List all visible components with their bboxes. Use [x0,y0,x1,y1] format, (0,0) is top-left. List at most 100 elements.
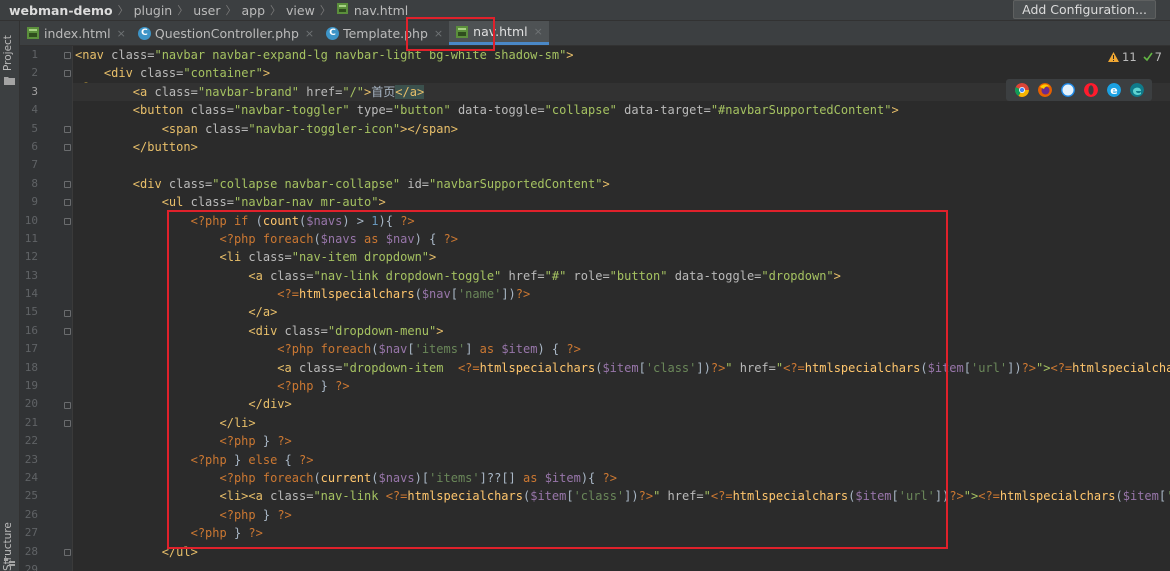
code-line[interactable]: <li><a class="nav-link <?=htmlspecialcha… [73,487,1170,505]
code-line[interactable]: <nav class="navbar navbar-expand-lg navb… [73,46,1170,64]
code-line[interactable]: <?=htmlspecialchars($nav['name'])?> [73,285,1170,303]
code-token: "navbar-toggler" [233,103,357,118]
fold-marker-icon[interactable] [64,402,71,409]
tab-template-php[interactable]: C Template.php × [320,21,449,45]
ide-window: webman-demo 〉 plugin 〉 user 〉 app 〉 view… [0,0,1170,571]
fold-marker-icon[interactable] [64,218,71,225]
code-line[interactable]: <?php } ?> [73,377,1170,395]
code-text-area[interactable]: <nav class="navbar navbar-expand-lg navb… [73,46,1170,571]
breadcrumb-item-file[interactable]: nav.html [351,3,411,18]
code-token: [ [638,360,646,375]
code-line[interactable]: <?php } ?> [73,432,1170,450]
tab-nav-html[interactable]: nav.html × [449,21,549,45]
code-line[interactable]: <a class="dropdown-item <?=htmlspecialch… [73,359,1170,377]
code-token: $navs [306,213,343,228]
code-line[interactable] [73,561,1170,571]
fold-marker-icon[interactable] [64,549,71,556]
code-token: <?php [277,379,321,394]
code-token: ]) [934,489,950,504]
code-token: <?php [277,342,321,357]
fold-marker-icon[interactable] [64,328,71,335]
code-token: <nav [75,48,112,62]
fold-marker-icon[interactable] [64,52,71,59]
breadcrumb-item-user[interactable]: user [190,3,223,18]
fold-marker-icon[interactable] [64,420,71,427]
code-token: > [566,48,574,62]
code-line[interactable]: <ul class="navbar-nav mr-auto"> [73,193,1170,211]
breadcrumb-item-app[interactable]: app [239,3,269,18]
tab-label: QuestionController.php [154,25,299,41]
fold-marker-icon[interactable] [64,310,71,317]
code-token: htmlspecialchars [1072,360,1170,375]
code-token: [ [963,360,971,375]
code-token: > [602,176,610,191]
code-line[interactable]: <li class="nav-item dropdown"> [73,248,1170,266]
fold-marker-icon[interactable] [64,181,71,188]
code-line[interactable]: <?php if (count($navs) > 1){ ?> [73,212,1170,230]
code-token: <?php [190,452,234,467]
breadcrumb-item-project[interactable]: webman-demo [6,3,116,18]
close-icon[interactable]: × [534,25,543,38]
line-number: 18 [24,360,38,374]
fold-marker-icon[interactable] [64,126,71,133]
editor-gutter[interactable]: 1 2 3 4 5 6 7 8 9 10 11 12 13 14 15 16 17 18 19 20 21 22 23 24 2… [20,46,73,571]
code-line[interactable]: <?php foreach(current($navs)['items']??[… [73,469,1170,487]
code-line[interactable]: <?php } ?> [73,506,1170,524]
code-token: ?> [335,379,350,394]
breadcrumb-item-view[interactable]: view [283,3,318,18]
chrome-icon[interactable] [1014,83,1029,97]
code-token: ( [255,213,263,228]
safari-icon[interactable] [1060,83,1075,97]
inspection-widget[interactable]: 11 7 [1108,50,1162,64]
code-line[interactable]: <span class="navbar-toggler-icon"></span… [73,120,1170,138]
code-line[interactable]: <div class="collapse navbar-collapse" id… [73,175,1170,193]
code-line[interactable]: </ul> [73,543,1170,561]
close-icon[interactable]: × [117,27,126,40]
fold-marker-icon[interactable] [64,144,71,151]
code-line[interactable]: <?php } ?> [73,524,1170,542]
code-line[interactable]: <div class="dropdown-menu"> [73,322,1170,340]
code-token: current [320,470,372,485]
code-line[interactable]: <a class="nav-link dropdown-toggle" href… [73,267,1170,285]
ie-icon[interactable]: e [1106,83,1121,97]
tab-questioncontroller-php[interactable]: C QuestionController.php × [132,21,320,45]
project-tool-window-button[interactable]: Project [2,25,16,71]
code-line[interactable]: </div> [73,395,1170,413]
code-token: "/" [342,84,365,99]
code-line[interactable]: </button> [73,138,1170,156]
code-token: </div> [248,397,292,412]
code-token: "nav-item dropdown" [291,250,430,265]
code-token: </button> [132,139,198,154]
code-token: </a> [248,305,278,320]
code-line[interactable]: <?php foreach($navs as $nav) { ?> [73,230,1170,248]
code-token: "navbar-toggler-icon" [248,121,401,136]
code-token: htmlspecialchars [804,360,921,375]
code-token: "dropdown" [761,268,834,283]
edge-icon[interactable] [1129,83,1144,97]
fold-marker-icon[interactable] [64,199,71,206]
code-line[interactable]: </li> [73,414,1170,432]
tab-index-html[interactable]: index.html × [20,21,132,45]
code-editor[interactable]: 1 2 3 4 5 6 7 8 9 10 11 12 13 14 15 16 17 18 19 20 21 22 23 24 2… [20,46,1170,571]
tab-label: index.html [44,25,111,41]
code-line[interactable]: <?php } else { ?> [73,451,1170,469]
code-line[interactable]: <?php foreach($nav['items'] as $item) { … [73,340,1170,358]
fold-marker-icon[interactable] [64,70,71,77]
code-line[interactable] [73,156,1170,174]
code-token: htmlspecialchars [732,489,849,504]
opera-icon[interactable] [1083,83,1098,97]
code-token: "> [1036,360,1051,375]
add-configuration-button[interactable]: Add Configuration... [1013,0,1156,19]
close-icon[interactable]: × [434,27,443,40]
code-line[interactable]: </a> [73,303,1170,321]
code-line[interactable]: <button class="navbar-toggler" type="but… [73,101,1170,119]
warning-icon [1108,52,1120,62]
firefox-icon[interactable] [1037,83,1052,97]
code-token: class= [190,103,234,118]
breadcrumb-item-plugin[interactable]: plugin [131,3,176,18]
code-token: </a> [395,84,425,99]
close-icon[interactable]: × [305,27,314,40]
